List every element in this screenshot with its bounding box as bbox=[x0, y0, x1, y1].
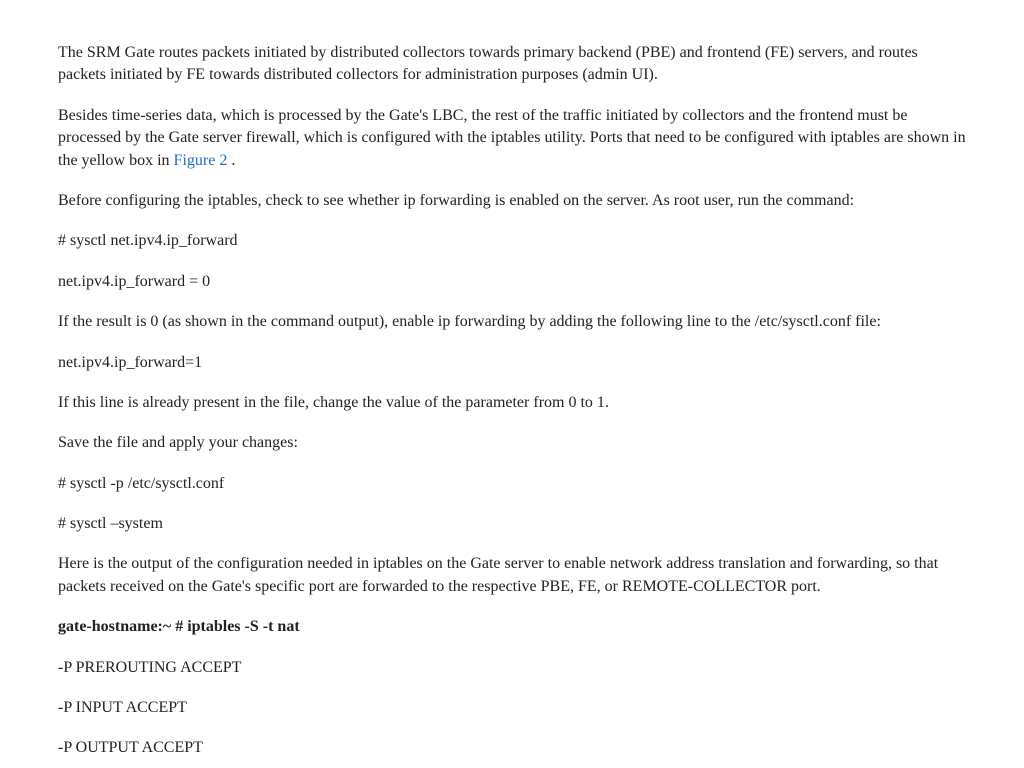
paragraph-enable-forwarding: If the result is 0 (as shown in the comm… bbox=[58, 311, 966, 333]
output-input: -P INPUT ACCEPT bbox=[58, 697, 966, 719]
output-output: -P OUTPUT ACCEPT bbox=[58, 737, 966, 759]
output-ip-forward-zero: net.ipv4.ip_forward = 0 bbox=[58, 271, 966, 293]
command-sysctl-system: # sysctl –system bbox=[58, 513, 966, 535]
output-prerouting: -P PREROUTING ACCEPT bbox=[58, 657, 966, 679]
paragraph-already-present: If this line is already present in the f… bbox=[58, 392, 966, 414]
text-segment: . bbox=[227, 152, 235, 169]
command-sysctl-p: # sysctl -p /etc/sysctl.conf bbox=[58, 473, 966, 495]
paragraph-check-forwarding: Before configuring the iptables, check t… bbox=[58, 190, 966, 212]
paragraph-firewall: Besides time-series data, which is proce… bbox=[58, 105, 966, 172]
paragraph-save-apply: Save the file and apply your changes: bbox=[58, 432, 966, 454]
command-iptables-nat: gate-hostname:~ # iptables -S -t nat bbox=[58, 616, 966, 638]
command-sysctl-check: # sysctl net.ipv4.ip_forward bbox=[58, 230, 966, 252]
config-ip-forward-one: net.ipv4.ip_forward=1 bbox=[58, 352, 966, 374]
document-page: The SRM Gate routes packets initiated by… bbox=[0, 0, 1024, 768]
paragraph-iptables-config: Here is the output of the configuration … bbox=[58, 553, 966, 598]
figure-2-link[interactable]: Figure 2 bbox=[174, 152, 228, 169]
paragraph-intro: The SRM Gate routes packets initiated by… bbox=[58, 42, 966, 87]
